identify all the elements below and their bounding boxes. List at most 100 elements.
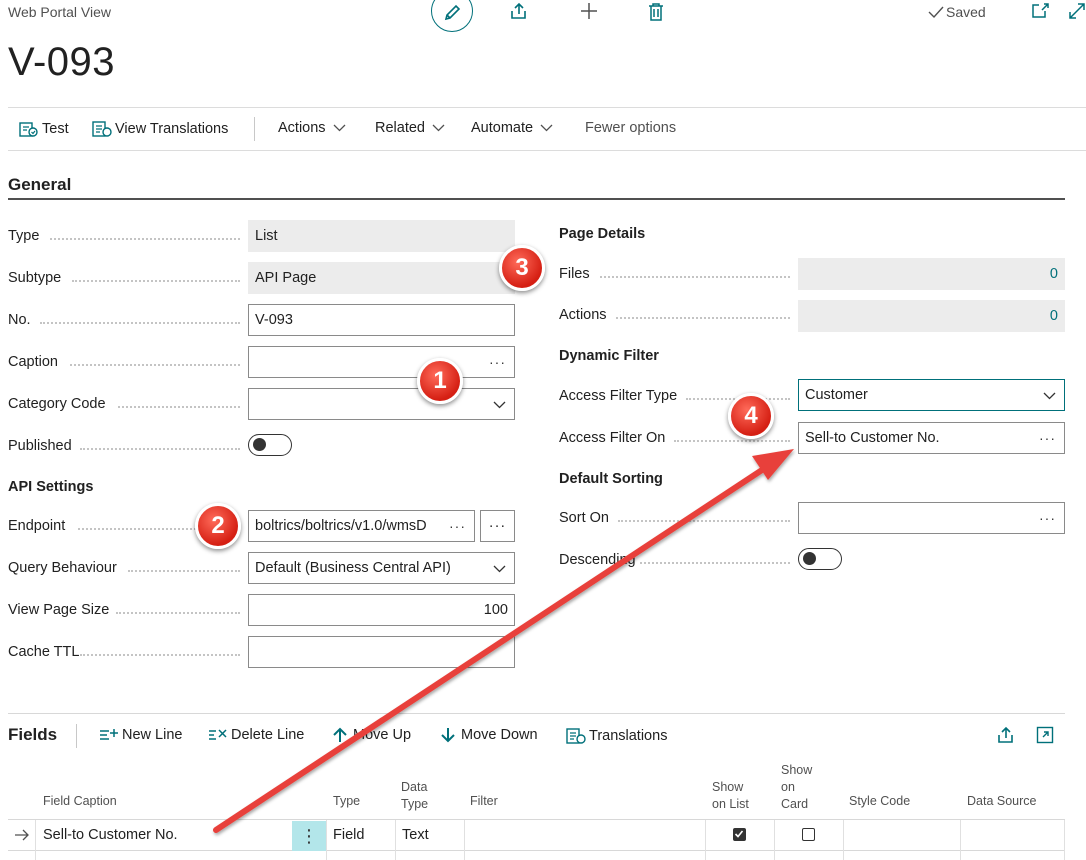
chevron-down-icon [540,124,553,132]
general-section-title[interactable]: General [8,175,71,195]
chevron-down-icon [493,401,506,409]
col-filter[interactable]: Filter [470,793,498,810]
annotation-badge-4: 4 [728,393,774,439]
sort-on-field[interactable]: ··· [798,502,1065,534]
view-translations-button[interactable]: View Translations [92,120,228,138]
row-field-caption[interactable]: Sell-to Customer No. [43,827,178,843]
move-down-button[interactable]: Move Down [440,727,538,743]
share-icon[interactable] [509,2,529,20]
row-data-type[interactable]: Text [402,827,429,843]
translate-icon [92,121,112,137]
share-icon[interactable] [996,726,1016,744]
view-translations-label: View Translations [115,121,229,137]
published-toggle[interactable] [248,434,292,456]
saved-status: Saved [928,4,986,20]
col-style-code[interactable]: Style Code [849,793,910,810]
add-icon[interactable] [579,2,599,20]
endpoint-value: boltrics/boltrics/v1.0/wmsD [255,518,427,534]
annotation-badge-2: 2 [195,503,241,549]
api-settings-title: API Settings [8,479,94,495]
cache-ttl-field[interactable] [248,636,515,668]
col-separator [35,820,36,860]
new-line-label: New Line [122,727,183,743]
caption-label: Caption [8,354,58,370]
endpoint-assist-button[interactable]: ··· [480,510,515,542]
show-on-card-checkbox[interactable] [802,828,815,841]
col-separator [326,820,327,860]
col-separator [464,820,465,860]
edit-button[interactable] [431,0,473,32]
sort-on-lookup-button[interactable]: ··· [1039,510,1056,526]
fields-divider [8,713,1065,714]
related-menu[interactable]: Related [375,120,445,136]
dot-leader [640,562,790,564]
dot-leader [600,276,790,278]
col-show-on-list-line1: Show [712,780,744,794]
col-field-caption[interactable]: Field Caption [43,793,117,810]
section-divider [8,198,1065,200]
dynamic-filter-title: Dynamic Filter [559,348,659,364]
col-separator [1064,820,1065,860]
arrow-down-icon [441,728,455,743]
row-menu-button[interactable]: ⋮ [292,821,326,851]
delete-icon[interactable] [647,2,665,22]
caption-field[interactable]: ··· [248,346,515,378]
no-label: No. [8,312,31,328]
dot-leader [118,406,240,408]
endpoint-lookup-button[interactable]: ··· [449,518,466,534]
show-on-list-checkbox[interactable] [733,828,746,841]
access-filter-on-lookup-button[interactable]: ··· [1039,430,1056,446]
actions-menu[interactable]: Actions [278,120,346,136]
caption-lookup-button[interactable]: ··· [489,354,506,370]
check-icon [928,6,944,19]
query-behaviour-value: Default (Business Central API) [255,560,451,576]
translations-button[interactable]: Translations [566,727,667,745]
col-data-type[interactable]: Data Type [401,779,428,813]
toolbar-divider [254,117,255,141]
delete-line-button[interactable]: Delete Line [208,727,304,743]
access-filter-type-value: Customer [805,387,868,403]
subtype-field: API Page [248,262,515,294]
dot-leader [50,238,240,240]
col-separator [960,820,961,860]
delete-line-label: Delete Line [231,727,305,743]
move-up-button[interactable]: Move Up [332,727,411,743]
toggle-knob [253,438,266,451]
default-sorting-title: Default Sorting [559,471,663,487]
view-page-size-label: View Page Size [8,602,110,618]
actions-count[interactable]: 0 [798,300,1065,332]
row-type[interactable]: Field [333,827,364,843]
endpoint-field[interactable]: boltrics/boltrics/v1.0/wmsD ··· [248,510,475,542]
col-show-on-card-line2: on [781,780,795,794]
query-behaviour-select[interactable]: Default (Business Central API) [248,552,515,584]
category-code-select[interactable] [248,388,515,420]
new-line-button[interactable]: New Line [99,727,182,743]
expand-icon[interactable] [1036,726,1054,744]
descending-toggle[interactable] [798,548,842,570]
col-show-on-card[interactable]: Show on Card [781,762,812,813]
dot-leader [80,654,240,656]
dot-leader [618,520,790,522]
col-data-source[interactable]: Data Source [967,793,1036,810]
automate-menu[interactable]: Automate [471,120,553,136]
files-label: Files [559,266,590,282]
fewer-options-button[interactable]: Fewer options [585,120,676,136]
files-count[interactable]: 0 [798,258,1065,290]
open-new-window-icon[interactable] [1031,2,1049,18]
col-show-on-list[interactable]: Show on List [712,779,749,813]
no-field[interactable]: V-093 [248,304,515,336]
access-filter-type-select[interactable]: Customer [798,379,1065,411]
test-icon [19,122,38,137]
access-filter-type-label: Access Filter Type [559,388,678,404]
move-down-label: Move Down [461,727,538,743]
category-code-label: Category Code [8,396,106,412]
test-button[interactable]: Test [19,120,69,138]
col-type[interactable]: Type [333,793,360,810]
check-icon [734,830,744,838]
access-filter-on-value: Sell-to Customer No. [805,430,940,446]
view-page-size-field[interactable]: 100 [248,594,515,626]
breadcrumb: Web Portal View [8,4,111,20]
access-filter-on-field[interactable]: Sell-to Customer No. ··· [798,422,1065,454]
fields-title: Fields [8,725,58,744]
expand-icon[interactable] [1068,2,1086,20]
